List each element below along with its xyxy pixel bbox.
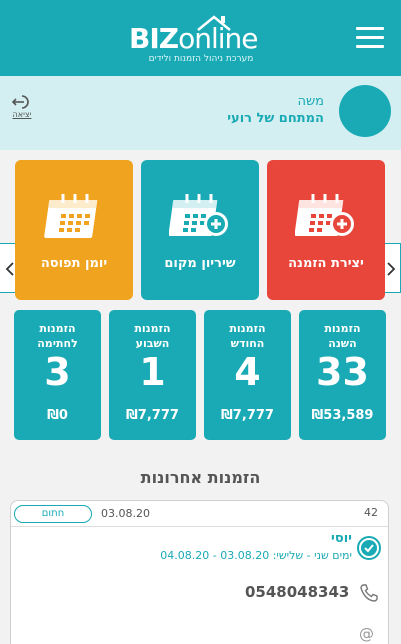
logout-icon bbox=[12, 95, 29, 109]
stat-count: 33 bbox=[316, 350, 369, 394]
stat-count: 4 bbox=[234, 350, 261, 394]
stat-amount: ₪7,777 bbox=[126, 408, 179, 423]
app-header: BIZonline מערכת ניהול הזמנות ולידים bbox=[0, 0, 401, 76]
phone-number[interactable]: 0548048343 bbox=[245, 583, 349, 601]
stat-period: לחתימה bbox=[37, 337, 78, 350]
create-order-label: יצירת הזמנה bbox=[288, 256, 364, 271]
stat-count: 1 bbox=[139, 350, 166, 394]
stat-label: הזמנות bbox=[324, 322, 361, 335]
user-strip: משה המתחם של רועי יציאה bbox=[0, 76, 401, 150]
stat-label: הזמנות bbox=[229, 322, 266, 335]
stat-amount: ₪0 bbox=[47, 408, 68, 423]
status-badge: חתום bbox=[14, 505, 92, 523]
order-id: 42 bbox=[364, 506, 378, 519]
order-card[interactable]: חתום 03.08.20 42 יוסי ימים שני - שלישי: … bbox=[10, 500, 389, 644]
calendar-plus-icon bbox=[169, 194, 228, 236]
logout-button[interactable]: יציאה bbox=[8, 94, 36, 119]
stat-card-week[interactable]: הזמנות השבוע 1 ₪7,777 bbox=[109, 310, 196, 440]
stat-period: החודש bbox=[230, 337, 265, 350]
menu-button[interactable] bbox=[356, 25, 386, 49]
stat-period: השבוע bbox=[135, 337, 170, 350]
reserve-spot-tile[interactable]: שיריון מקום bbox=[141, 160, 259, 300]
logo-subtitle: מערכת ניהול הזמנות ולידים bbox=[148, 54, 254, 64]
calendar-plus-icon bbox=[295, 194, 354, 236]
customer-name[interactable]: יוסי bbox=[331, 531, 352, 546]
stat-period: השנה bbox=[328, 337, 357, 350]
order-date-range: ימים שני - שלישי: 03.08.20 - 04.08.20 bbox=[160, 549, 352, 562]
chevron-left-icon bbox=[5, 262, 14, 276]
business-name: המתחם של רועי bbox=[227, 111, 324, 126]
create-order-tile[interactable]: יצירת הזמנה bbox=[267, 160, 385, 300]
app-logo[interactable]: BIZonline מערכת ניהול הזמנות ולידים bbox=[126, 14, 276, 70]
phone-icon[interactable] bbox=[359, 583, 379, 603]
recent-orders-title: הזמנות אחרונות bbox=[140, 468, 261, 487]
stat-amount: ₪7,777 bbox=[221, 408, 274, 423]
occupancy-calendar-tile[interactable]: יומן תפוסה bbox=[15, 160, 133, 300]
divider bbox=[11, 526, 388, 527]
hamburger-icon bbox=[356, 27, 384, 30]
avatar[interactable] bbox=[339, 85, 391, 137]
stat-card-month[interactable]: הזמנות החודש 4 ₪7,777 bbox=[204, 310, 291, 440]
stat-amount: ₪53,589 bbox=[311, 408, 374, 423]
logout-label: יציאה bbox=[12, 110, 32, 119]
calendar-icon bbox=[44, 194, 98, 238]
stat-card-year[interactable]: הזמנות השנה 33 ₪53,589 bbox=[299, 310, 386, 440]
user-name: משה bbox=[297, 94, 324, 109]
email-icon[interactable]: @ bbox=[359, 625, 374, 643]
logo-online-text: online bbox=[178, 22, 258, 55]
check-circle-icon bbox=[357, 536, 381, 560]
order-date: 03.08.20 bbox=[101, 507, 150, 520]
stat-count: 3 bbox=[44, 350, 71, 394]
stat-label: הזמנות bbox=[39, 322, 76, 335]
occupancy-calendar-label: יומן תפוסה bbox=[40, 256, 108, 271]
logo-biz-text: BIZ bbox=[129, 22, 179, 55]
logo-wordmark: BIZonline bbox=[129, 22, 258, 55]
stat-card-pending-signature[interactable]: הזמנות לחתימה 3 ₪0 bbox=[14, 310, 101, 440]
stat-label: הזמנות bbox=[134, 322, 171, 335]
reserve-spot-label: שיריון מקום bbox=[164, 256, 236, 271]
chevron-right-icon bbox=[387, 262, 396, 276]
